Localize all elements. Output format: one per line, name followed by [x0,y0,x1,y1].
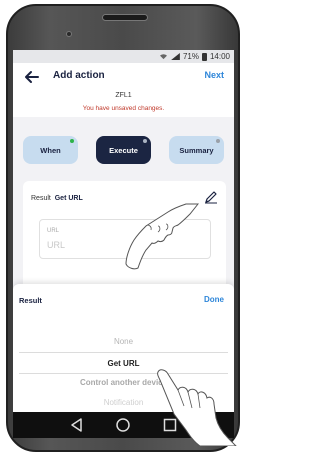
arrow-left-icon[interactable] [23,68,41,86]
tab-summary[interactable]: Summary [169,136,224,164]
app-screen: 71% 14:00 Add action Next ZFL1 You have … [13,50,234,412]
status-dot [216,139,220,143]
result-label: Result [31,195,51,202]
status-bar: 71% 14:00 [13,50,234,63]
selection-divider-bottom [19,373,228,374]
page-title: Add action [53,70,105,81]
clock: 14:00 [209,52,230,61]
url-field[interactable]: URL [39,219,211,259]
selection-divider-top [19,352,228,353]
status-dot [70,139,74,143]
tab-when[interactable]: When [23,136,78,164]
tab-execute[interactable]: Execute [96,136,151,164]
square-recents-icon[interactable] [162,417,178,433]
url-label: URL [47,228,60,234]
circle-home-icon[interactable] [115,417,131,433]
device-name: ZFL1 [115,92,132,99]
android-nav-bar [13,412,234,438]
next-button[interactable]: Next [204,70,224,80]
picker-option-get-url[interactable]: Get URL [13,359,234,368]
signal-icon [171,53,180,60]
picker-option-control-device[interactable]: Control another device [13,378,234,387]
front-camera [66,31,72,37]
result-picker-sheet: Result Done None Get URL Control another… [13,284,234,412]
speaker-grille [102,14,148,21]
unsaved-warning: You have unsaved changes. [82,105,165,112]
battery-percent: 71% [182,52,199,61]
tab-when-label: When [40,145,61,155]
action-card: Result Get URL URL [23,181,226,301]
triangle-back-icon[interactable] [69,417,85,433]
pencil-icon[interactable] [204,190,218,204]
app-header: Add action Next ZFL1 You have unsaved ch… [13,63,234,117]
battery-icon [201,52,207,61]
tab-execute-label: Execute [109,145,138,155]
result-row: Result Get URL [31,195,83,202]
tab-summary-label: Summary [179,145,214,155]
done-button[interactable]: Done [204,295,224,304]
wifi-icon [159,54,167,60]
status-dot [143,139,147,143]
sheet-title: Result [19,296,42,305]
step-tabs: When Execute Summary [13,123,234,165]
picker-option-none[interactable]: None [13,337,234,346]
url-input[interactable] [47,240,197,250]
result-value: Get URL [54,195,83,202]
picker-option-notification[interactable]: Notification [13,398,234,407]
